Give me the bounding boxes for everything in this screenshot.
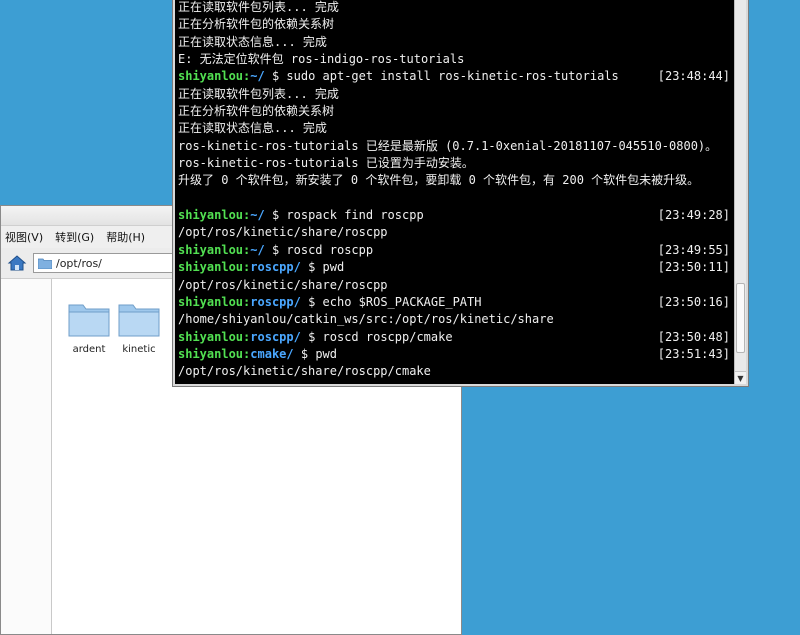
prompt-symbol: $ [300,294,323,309]
terminal-output-line: ros-kinetic-ros-tutorials 已设置为手动安装。 [178,156,474,171]
terminal-output-line: /home/shiyanlou/catkin_ws/src:/opt/ros/k… [178,312,554,327]
side-pane[interactable] [1,279,52,634]
prompt-dir: ~/ [250,208,265,223]
prompt-symbol: $ [264,69,287,84]
command-text: pwd [322,260,345,275]
terminal-output-line: 正在分析软件包的依赖关系树 [178,104,335,119]
timestamp: [23:50:11] [657,260,730,275]
prompt-dir: ~/ [250,69,265,84]
arrow-down-icon: ▼ [737,373,744,383]
menu-go[interactable]: 转到(G) [55,229,94,245]
terminal-output-line: E: 无法定位软件包 ros-indigo-ros-tutorials [178,52,465,67]
prompt-symbol: $ [300,260,323,275]
prompt-dir: ~/ [250,242,265,257]
prompt-user: shiyanlou [178,294,244,309]
prompt-dir: roscpp/ [250,329,301,344]
prompt-user: shiyanlou [178,242,244,257]
prompt-symbol: $ [300,329,323,344]
terminal-output-line: 正在读取状态信息... 完成 [178,34,327,49]
folder-item-kinetic[interactable]: kinetic [113,301,165,355]
terminal-prompt-line: shiyanlou:roscpp/ $ echo $ROS_PACKAGE_PA… [178,294,730,311]
terminal-output-line: 升级了 0 个软件包，新安装了 0 个软件包，要卸载 0 个软件包，有 200 … [178,173,700,188]
folder-label: kinetic [122,344,156,355]
folder-item-ardent[interactable]: ardent [63,301,115,355]
terminal-output-line: 正在分析软件包的依赖关系树 [178,17,335,32]
prompt-user: shiyanlou [178,260,244,275]
prompt-user: shiyanlou [178,346,244,361]
terminal-output-line: /opt/ros/kinetic/share/roscpp/cmake [178,364,431,379]
timestamp: [23:48:44] [657,69,730,84]
prompt-symbol: $ [293,346,316,361]
command-text: rospack find roscpp [286,208,424,223]
terminal-output-line: /opt/ros/kinetic/share/roscpp [178,277,388,292]
prompt-symbol: $ [264,208,287,223]
timestamp: [23:50:16] [657,294,730,309]
prompt-symbol: $ [264,242,287,257]
prompt-user: shiyanlou [178,208,244,223]
command-text: sudo apt-get install ros-kinetic-ros-tut… [286,69,619,84]
terminal-output-line: 正在读取软件包列表... 完成 [178,86,339,101]
command-text: pwd [315,346,337,361]
terminal-prompt-line: shiyanlou:~/ $ roscd roscpp [23:49:55] [178,242,730,259]
terminal-prompt-line: shiyanlou:roscpp/ $ pwd [23:50:11] [178,259,730,276]
prompt-user: shiyanlou [178,69,244,84]
timestamp: [23:49:28] [657,208,730,223]
terminal-output: 正在读取软件包列表... 完成 正在分析软件包的依赖关系树 正在读取状态信息... … [178,0,730,381]
menu-view[interactable]: 视图(V) [5,229,43,245]
terminal-prompt-line: shiyanlou:roscpp/ $ roscd roscpp/cmake [2… [178,329,730,346]
terminal-output-line: ros-kinetic-ros-tutorials 已经是最新版 (0.7.1-… [178,138,718,153]
terminal-window[interactable]: 正在读取软件包列表... 完成 正在分析软件包的依赖关系树 正在读取状态信息... … [172,0,749,387]
terminal-output-line: /opt/ros/kinetic/share/roscpp [178,225,388,240]
terminal-prompt-line: shiyanlou:~/ $ sudo apt-get install ros-… [178,68,730,85]
timestamp: [23:50:48] [657,329,730,344]
command-text: roscd roscpp [286,242,374,257]
prompt-dir: roscpp/ [250,260,301,275]
prompt-user: shiyanlou [178,329,244,344]
terminal-prompt-line: shiyanlou:~/ $ rospack find roscpp [23:49… [178,207,730,224]
home-icon [7,255,27,271]
folder-icon [118,304,160,337]
timestamp: [23:49:55] [657,242,730,257]
scroll-thumb[interactable] [736,283,745,353]
timestamp: [23:51:43] [657,346,730,361]
prompt-dir: cmake/ [250,346,294,361]
terminal-scrollbar[interactable]: ▼ [734,0,746,384]
folder-icon [38,258,52,269]
terminal-output-line: 正在读取状态信息... 完成 [178,121,327,136]
command-text: echo $ROS_PACKAGE_PATH [322,294,482,309]
menu-help[interactable]: 帮助(H) [106,229,145,245]
folder-icon [68,304,110,337]
path-text: /opt/ros/ [56,256,102,270]
terminal-prompt-line: shiyanlou:cmake/ $ pwd [23:51:43] [178,346,730,363]
terminal-screen[interactable]: 正在读取软件包列表... 完成 正在分析软件包的依赖关系树 正在读取状态信息... … [175,0,735,384]
folder-label: ardent [72,344,106,355]
terminal-output-line: 正在读取软件包列表... 完成 [178,0,339,14]
scroll-down-button[interactable]: ▼ [735,371,746,384]
command-text: roscd roscpp/cmake [322,329,453,344]
home-button[interactable] [5,251,29,275]
prompt-dir: roscpp/ [250,294,301,309]
